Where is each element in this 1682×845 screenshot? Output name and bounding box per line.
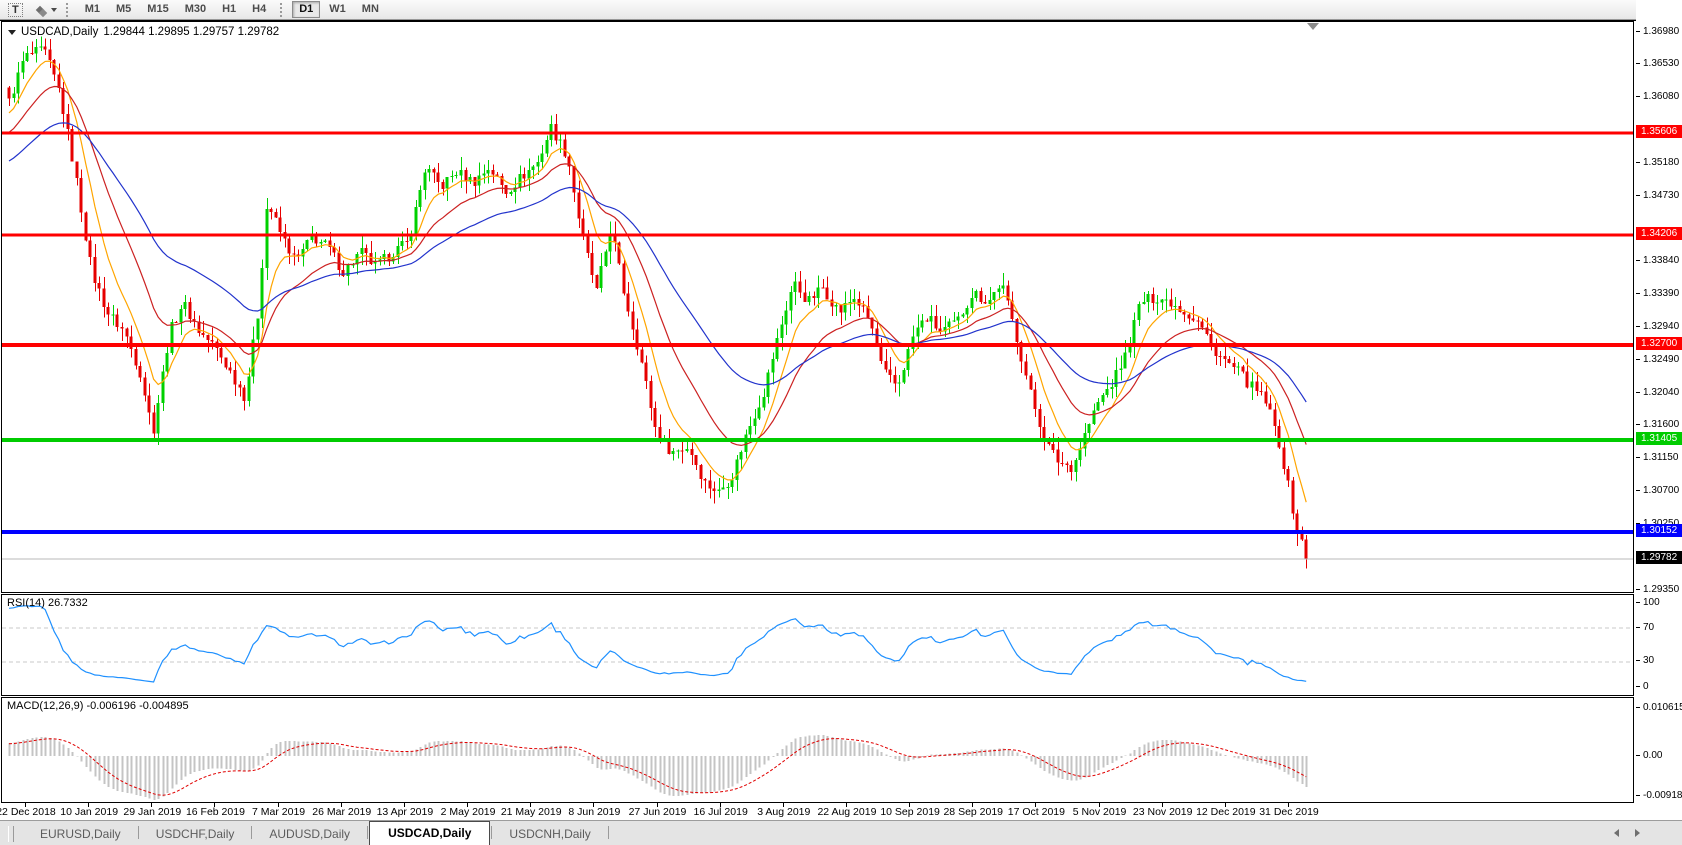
chart-tab-bar: EURUSD,DailyUSDCHF,DailyAUDUSD,DailyUSDC… [0,820,1682,845]
tab-separator [251,826,252,839]
mt4-window: T M1M5M15M30H1H4 D1W1MN USDCAD,Daily 1.29… [0,0,1682,845]
tab-separator [608,826,609,839]
rsi-plot [2,595,1633,695]
chart-shift-marker[interactable] [1307,23,1319,30]
toolbar-separator [280,3,285,17]
indicators-button[interactable] [34,1,60,18]
price-axis-tick: 1.32490 [1636,354,1679,366]
hline-price-label: 1.32700 [1636,337,1682,350]
price-axis-tick: 1.33390 [1636,288,1679,300]
price-axis-tick: 1.36080 [1636,91,1679,103]
price-axis-tick: 1.32040 [1636,387,1679,399]
chart-title: USDCAD,Daily 1.29844 1.29895 1.29757 1.2… [8,26,279,38]
price-axis-tick: 1.34730 [1636,190,1679,202]
rsi-axis-tick: 70 [1636,621,1654,633]
timeframe-button-m5[interactable]: M5 [109,1,138,18]
text-tool-icon: T [8,3,23,17]
hline-price-label: 1.34206 [1636,227,1682,240]
tabbar-grip [8,826,14,842]
timeframe-toolbar: M1M5M15M30H1H4 D1W1MN [77,1,387,18]
timeframe-button-mn[interactable]: MN [355,1,386,18]
timeframe-button-w1[interactable]: W1 [322,1,353,18]
tab-scroll-buttons [1614,829,1640,837]
toolbar-separator [66,3,71,17]
timeframe-button-m30[interactable]: M30 [178,1,213,18]
chart-tab-audusd[interactable]: AUDUSD,Daily [253,824,366,845]
tab-separator [491,826,492,839]
tab-separator [367,826,368,839]
price-axis-tick: 1.29350 [1636,584,1679,596]
ohlc-quote-label: 1.29844 1.29895 1.29757 1.29782 [103,26,279,38]
chart-tab-usdcad[interactable]: USDCAD,Daily [369,821,490,845]
macd-pane[interactable]: MACD(12,26,9) -0.006196 -0.004895 [1,697,1634,803]
price-axis-tick: 1.32940 [1636,321,1679,333]
price-axis-tick: 1.35180 [1636,157,1679,169]
tab-separator [138,826,139,839]
price-axis-tick: 1.31600 [1636,419,1679,431]
rsi-axis-tick: 0 [1636,680,1649,692]
price-axis[interactable]: 1.36980 1.36530 1.36080 1.35180 1.34730 1.338… [1636,0,1682,845]
timeframe-button-h4[interactable]: H4 [245,1,273,18]
hline-price-label: 1.35606 [1636,125,1682,138]
timeframe-button-h1[interactable]: H1 [215,1,243,18]
macd-plot [2,698,1633,802]
chart-tab-usdchf[interactable]: USDCHF,Daily [140,824,251,845]
macd-axis-tick: 0.00 [1636,749,1662,761]
price-axis-tick: 1.33840 [1636,255,1679,267]
rsi-label: RSI(14) 26.7332 [7,597,88,609]
time-axis[interactable]: 22 Dec 201810 Jan 201929 Jan 201916 Feb … [1,803,1634,820]
macd-axis-tick: 0.010615 [1636,701,1682,713]
collapse-icon[interactable] [8,30,16,35]
price-axis-tick: 1.36980 [1636,25,1679,37]
text-tool-button[interactable]: T [5,1,26,18]
chart-tabs: EURUSD,DailyUSDCHF,DailyAUDUSD,DailyUSDC… [24,821,610,845]
chevron-down-icon [51,8,57,12]
macd-label: MACD(12,26,9) -0.006196 -0.004895 [7,700,189,712]
price-axis-tick: 1.36530 [1636,58,1679,70]
rsi-pane[interactable]: RSI(14) 26.7332 [1,594,1634,696]
scroll-left-icon[interactable] [1614,829,1619,837]
timeframe-button-m15[interactable]: M15 [140,1,175,18]
toolbar: T M1M5M15M30H1H4 D1W1MN [0,0,1682,20]
current-price-label: 1.29782 [1636,551,1682,564]
rsi-axis-tick: 30 [1636,655,1654,667]
timeframe-button-d1[interactable]: D1 [292,1,320,18]
chart-tab-eurusd[interactable]: EURUSD,Daily [24,824,137,845]
hline-price-label: 1.30152 [1636,524,1682,537]
rsi-axis-tick: 100 [1636,596,1660,608]
timeframe-button-m1[interactable]: M1 [78,1,107,18]
price-axis-tick: 1.30700 [1636,485,1679,497]
time-axis-label: 31 Dec 2019 [1241,806,1337,818]
chart-tab-usdcnh[interactable]: USDCNH,Daily [493,824,606,845]
symbol-period-label: USDCAD,Daily [21,26,98,38]
macd-axis-tick: -0.00918 [1636,789,1682,801]
candlestick-plot [2,22,1633,592]
price-axis-tick: 1.31150 [1636,452,1678,464]
price-pane[interactable]: USDCAD,Daily 1.29844 1.29895 1.29757 1.2… [1,21,1634,593]
hline-price-label: 1.31405 [1636,432,1682,445]
scroll-right-icon[interactable] [1635,829,1640,837]
